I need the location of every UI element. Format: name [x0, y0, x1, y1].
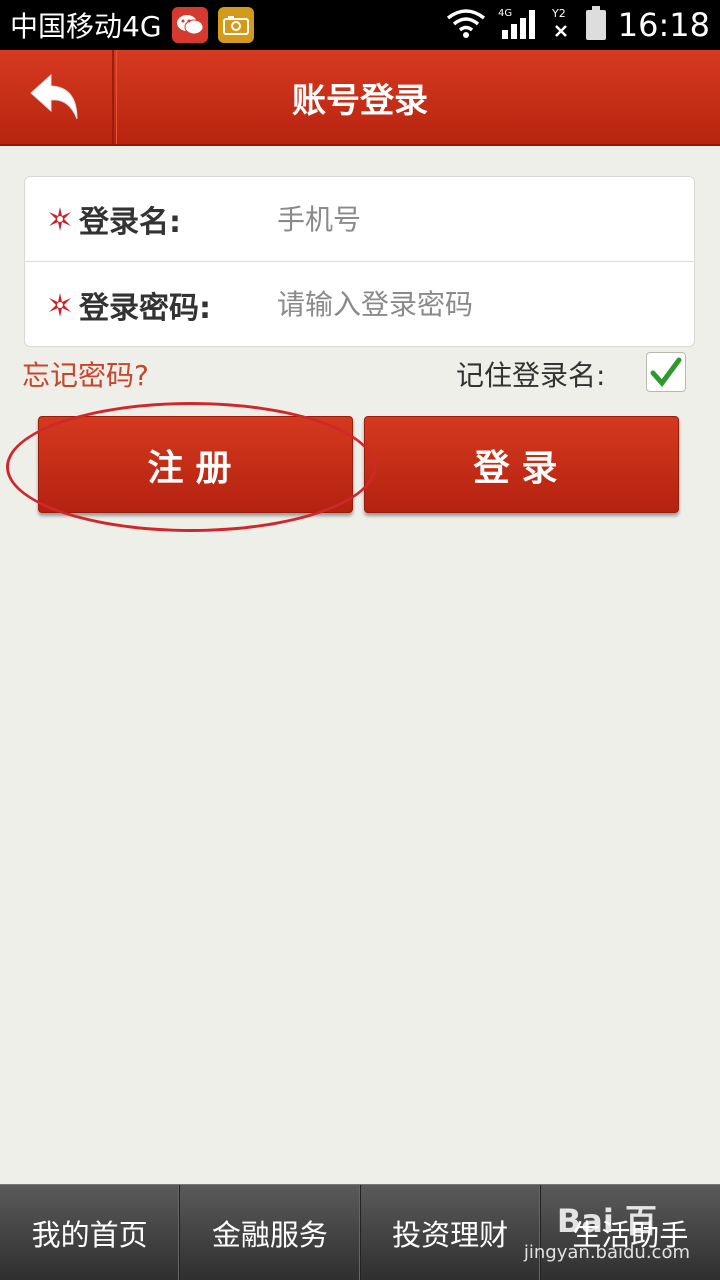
svg-text:4G: 4G — [498, 8, 512, 19]
username-input[interactable] — [277, 189, 657, 249]
back-button[interactable] — [0, 50, 114, 144]
login-button[interactable]: 登录 — [364, 416, 679, 513]
password-label: 登录密码: — [79, 290, 211, 326]
signal-4g-icon: 4G — [498, 6, 538, 44]
wechat-notification-icon — [171, 7, 208, 43]
status-bar: 中国移动4G 4G Y2 16:18 — [0, 0, 720, 50]
password-row: 登录密码: — [25, 262, 694, 347]
svg-text:Y2: Y2 — [551, 7, 566, 20]
titlebar-divider — [116, 50, 117, 144]
wifi-icon — [446, 8, 486, 42]
username-row: 登录名: — [25, 177, 694, 262]
clock: 16:18 — [617, 6, 710, 44]
nav-item-investment[interactable]: 投资理财 — [361, 1185, 541, 1280]
forgot-password-link[interactable]: 忘记密码? — [22, 354, 149, 394]
required-star-icon — [49, 292, 71, 317]
back-arrow-icon — [30, 73, 78, 120]
bottom-nav: 我的首页 金融服务 投资理财 生活助手 — [0, 1184, 720, 1280]
username-label: 登录名: — [79, 205, 181, 240]
sim2-no-signal-icon: Y2 — [550, 6, 574, 44]
title-bar: 账号登录 — [0, 50, 720, 146]
battery-icon — [585, 6, 606, 40]
remember-username-label: 记住登录名: — [456, 359, 606, 392]
carrier-label: 中国移动4G — [10, 10, 162, 43]
login-form: 登录名: 登录密码: — [24, 176, 695, 347]
nav-item-home[interactable]: 我的首页 — [0, 1185, 181, 1280]
required-star-icon — [49, 207, 71, 231]
password-input[interactable] — [277, 274, 657, 335]
photo-notification-icon — [217, 7, 254, 43]
register-button[interactable]: 注册 — [38, 416, 353, 513]
nav-item-financial-services[interactable]: 金融服务 — [180, 1185, 361, 1280]
nav-item-life-assistant[interactable]: 生活助手 — [541, 1185, 720, 1280]
remember-username-checkbox[interactable] — [646, 352, 686, 392]
checkmark-icon — [650, 357, 682, 387]
